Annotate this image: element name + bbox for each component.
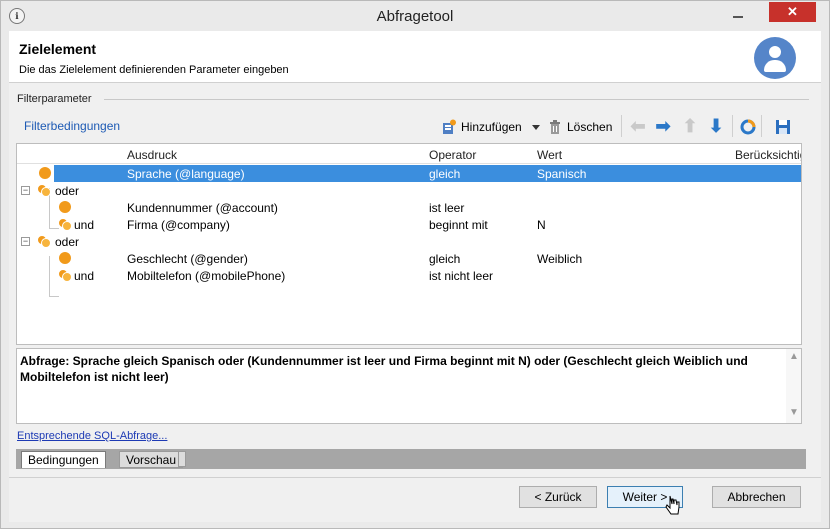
toolbar-separator (761, 115, 762, 137)
row-expression: Geschlecht (@gender) (127, 252, 248, 266)
minimize-button[interactable] (726, 7, 750, 25)
tab-preview[interactable]: Vorschau (119, 451, 184, 468)
and-condition-icon (58, 269, 72, 282)
sql-query-link[interactable]: Entsprechende SQL-Abfrage... (17, 430, 167, 442)
grid-header: Ausdruck Operator Wert Berücksichtig (17, 144, 801, 164)
tab-conditions[interactable]: Bedingungen (21, 451, 106, 468)
dialog-content: Zielelement Die das Zielelement definier… (9, 31, 821, 522)
arrow-left-icon[interactable]: ⬅ (629, 117, 647, 135)
trash-icon (547, 119, 563, 135)
vertical-scrollbar[interactable]: ▲ ▼ (786, 349, 801, 423)
scroll-up-icon[interactable]: ▲ (789, 351, 799, 362)
add-dropdown-button[interactable] (531, 117, 547, 137)
scroll-down-icon[interactable]: ▼ (789, 407, 799, 418)
row-operator: gleich (429, 167, 461, 181)
tab-bar: Bedingungen Vorschau (16, 449, 806, 469)
user-avatar-icon (754, 37, 796, 79)
table-row[interactable]: und Mobiltelefon (@mobilePhone) ist nich… (17, 267, 801, 284)
delete-button[interactable]: Löschen (547, 117, 612, 137)
row-value: Spanisch (537, 167, 587, 181)
column-header-consider[interactable]: Berücksichtig (735, 148, 801, 162)
table-row[interactable]: und Firma (@company) beginnt mit N (17, 216, 801, 233)
add-label: Hinzufügen (461, 120, 522, 134)
page-title: Zielelement (19, 41, 97, 57)
condition-icon (59, 252, 71, 264)
group-condition-icon (37, 184, 51, 197)
row-expression: Sprache (@language) (127, 167, 245, 181)
column-header-value[interactable]: Wert (537, 148, 562, 162)
tree-line (49, 296, 59, 297)
row-prefix: und (74, 269, 95, 283)
group-condition-icon (37, 235, 51, 248)
row-expression: Firma (@company) (127, 218, 230, 232)
row-value: Weiblich (537, 252, 583, 266)
dialog-window: ℹ Abfragetool ✕ Zielelement Die das Ziel… (0, 0, 830, 529)
row-operator: ist leer (429, 201, 465, 215)
query-summary-box: Abfrage: Sprache gleich Spanisch oder (K… (16, 348, 802, 424)
row-value: N (537, 218, 546, 232)
title-bar: ℹ Abfragetool ✕ (1, 1, 829, 31)
column-header-expression[interactable]: Ausdruck (127, 148, 177, 162)
page-subtitle: Die das Zielelement definierenden Parame… (19, 64, 289, 76)
add-button[interactable]: Hinzufügen (441, 117, 522, 137)
table-row[interactable]: − oder (17, 182, 801, 199)
filter-conditions-link[interactable]: Filterbedingungen (24, 119, 120, 133)
table-row[interactable]: Sprache (@language) gleich Spanisch (17, 165, 801, 182)
row-operator: ist nicht leer (429, 269, 494, 283)
arrow-down-icon[interactable]: ⬇ (707, 117, 725, 135)
arrow-right-icon[interactable]: ➡ (654, 117, 672, 135)
row-prefix: und (74, 218, 95, 232)
condition-icon (39, 167, 51, 179)
table-row[interactable]: Geschlecht (@gender) gleich Weiblich (17, 250, 801, 267)
column-header-operator[interactable]: Operator (429, 148, 476, 162)
condition-icon (59, 201, 71, 213)
add-icon (441, 119, 457, 135)
collapse-toggle[interactable]: − (21, 237, 30, 246)
save-icon (775, 119, 791, 135)
toolbar-separator (732, 115, 733, 137)
table-row[interactable]: Kundennummer (@account) ist leer (17, 199, 801, 216)
filter-group-label: Filterparameter (17, 93, 92, 105)
conditions-grid[interactable]: Ausdruck Operator Wert Berücksichtig Spr… (16, 143, 802, 345)
wizard-header: Zielelement Die das Zielelement definier… (9, 31, 821, 83)
row-operator: gleich (429, 252, 461, 266)
toolbar-separator (621, 115, 622, 137)
row-operator: beginnt mit (429, 218, 488, 232)
row-expression: Mobiltelefon (@mobilePhone) (127, 269, 286, 283)
footer-divider (9, 477, 821, 478)
close-button[interactable]: ✕ (769, 2, 816, 22)
cancel-button[interactable]: Abbrechen (712, 486, 801, 508)
tab-stripe (178, 451, 186, 467)
collapse-toggle[interactable]: − (21, 186, 30, 195)
dropdown-arrow-icon (531, 119, 547, 135)
distribution-button[interactable] (740, 117, 756, 137)
arrow-up-icon[interactable]: ⬆ (681, 117, 699, 135)
row-prefix: oder (55, 235, 80, 249)
row-expression: Kundennummer (@account) (127, 201, 278, 215)
table-row[interactable]: − oder (17, 233, 801, 250)
window-title: Abfragetool (376, 8, 454, 25)
mouse-cursor-icon (665, 495, 680, 515)
group-divider (104, 99, 809, 100)
query-summary-text: Abfrage: Sprache gleich Spanisch oder (K… (20, 354, 748, 384)
delete-label: Löschen (567, 120, 613, 134)
save-button[interactable] (775, 117, 791, 137)
back-button[interactable]: < Zurück (519, 486, 597, 508)
and-condition-icon (58, 218, 72, 231)
distribution-icon (740, 119, 756, 135)
row-prefix: oder (55, 184, 80, 198)
